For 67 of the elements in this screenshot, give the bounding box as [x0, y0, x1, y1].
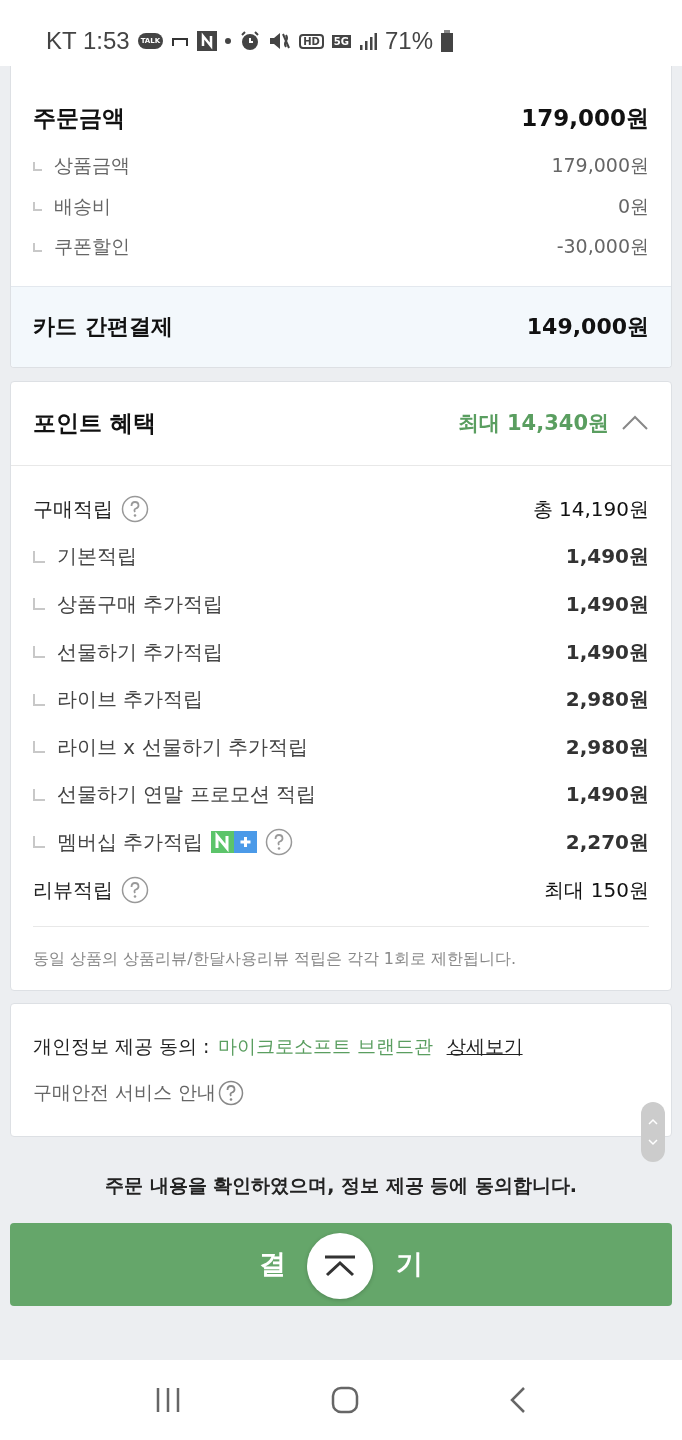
payment-value: 149,000원 — [526, 312, 649, 341]
branch-icon — [33, 598, 45, 611]
points-label: 멤버십 추가적립 — [57, 828, 204, 856]
branch-icon — [33, 161, 42, 171]
agreement-text: 주문 내용을 확인하였으며, 정보 제공 등에 동의합니다. — [103, 1172, 579, 1198]
points-value: 최대 150원 — [544, 876, 649, 904]
item-value: 179,000원 — [551, 153, 649, 179]
back-icon[interactable] — [509, 1386, 527, 1414]
points-value: 총 14,190원 — [532, 495, 649, 523]
branch-icon — [33, 788, 45, 801]
pay-button[interactable]: 결 기 — [10, 1222, 672, 1306]
hd-icon: HD — [299, 33, 324, 49]
branch-icon — [33, 550, 45, 563]
points-label: 상품구매 추가적립 — [57, 591, 224, 618]
recent-apps-icon[interactable] — [155, 1388, 181, 1412]
carrier-time: KT 1:53 — [46, 27, 130, 55]
branch-icon — [33, 202, 42, 212]
help-icon[interactable] — [121, 876, 149, 905]
home-icon[interactable] — [331, 1386, 359, 1414]
points-value: 1,490원 — [565, 638, 649, 666]
points-value: 1,490원 — [565, 591, 649, 618]
safety-label: 구매안전 서비스 안내 — [33, 1079, 217, 1105]
points-value: 1,490원 — [565, 543, 649, 571]
item-value: 0원 — [617, 193, 649, 219]
points-label: 기본적립 — [57, 543, 137, 571]
points-label: 선물하기 연말 프로모션 적립 — [57, 781, 317, 809]
points-value: 1,490원 — [565, 781, 649, 809]
up-arrow-icon — [323, 1254, 357, 1277]
item-label: 상품금액 — [54, 153, 130, 179]
item-label: 배송비 — [54, 193, 111, 219]
help-icon[interactable] — [218, 1079, 245, 1106]
help-icon[interactable] — [121, 495, 149, 524]
details-link[interactable]: 상세보기 — [446, 1033, 523, 1060]
payment-label: 카드 간편결제 — [33, 312, 173, 341]
points-value: 2,980원 — [565, 733, 649, 761]
points-value: 2,270원 — [565, 828, 649, 856]
points-label: 리뷰적립 — [33, 876, 113, 904]
battery-percent: 71% — [385, 27, 434, 55]
bracket-icon — [171, 36, 190, 46]
points-note: 동일 상품의 상품리뷰/한달사용리뷰 적립은 각각 1회로 제한됩니다. — [33, 925, 649, 970]
scroll-top-button[interactable] — [307, 1232, 373, 1299]
item-label: 쿠폰할인 — [54, 234, 130, 260]
consent-label: 개인정보 제공 동의 : — [33, 1033, 210, 1059]
branch-icon — [33, 836, 45, 849]
chevron-icon[interactable] — [621, 415, 649, 431]
order-title: 주문금액 — [33, 103, 125, 133]
branch-icon — [33, 741, 45, 754]
points-label: 선물하기 추가적립 — [57, 638, 224, 666]
points-label: 구매적립 — [33, 495, 113, 523]
branch-icon — [33, 242, 42, 252]
square-n-icon — [197, 31, 218, 51]
points-max: 최대 14,340원 — [457, 410, 609, 437]
points-label: 라이브 x 선물하기 추가적립 — [57, 733, 308, 761]
dot-icon — [225, 38, 232, 44]
points-value: 2,980원 — [565, 686, 649, 714]
item-value: -30,000원 — [556, 234, 649, 260]
points-label: 라이브 추가적립 — [57, 686, 204, 714]
mute-icon — [269, 31, 292, 51]
battery-icon — [441, 30, 454, 52]
branch-icon — [33, 646, 45, 659]
order-total: 179,000원 — [521, 103, 649, 133]
branch-icon — [33, 693, 45, 706]
signal-icon — [359, 32, 377, 50]
help-icon[interactable] — [265, 828, 294, 857]
points-title: 포인트 혜택 — [33, 408, 156, 438]
brand-link[interactable]: 마이크로소프트 브랜드관 — [217, 1033, 433, 1060]
network-icon: 5G — [331, 34, 351, 48]
